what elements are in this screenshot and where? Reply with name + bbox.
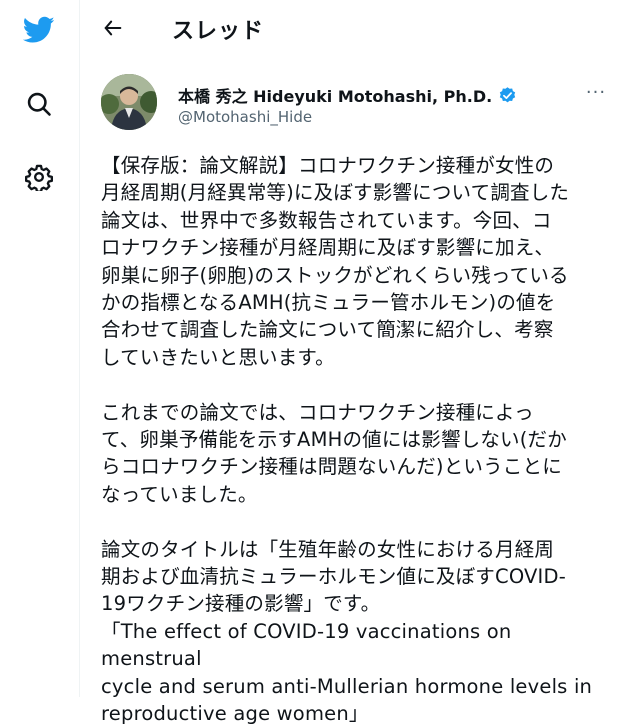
verified-badge-icon [498, 86, 517, 105]
twitter-logo-icon[interactable] [17, 8, 61, 52]
avatar[interactable] [101, 74, 157, 130]
author-name[interactable]: 本橋 秀之 Hideyuki Motohashi, Ph.D. [178, 83, 517, 107]
author-handle[interactable]: @Motohashi_Hide [178, 108, 312, 126]
header: スレッド [81, 0, 621, 56]
page-title: スレッド [172, 19, 265, 44]
tweet-paragraph-2: これまでの論文では、コロナワクチン接種によっ て、卵巣予備能を示すAMHの値には… [101, 400, 567, 506]
tweet-paragraph-1: 【保存版：論文解説】コロナワクチン接種が女性の 月経周期(月経異常等)に及ぼす影… [101, 154, 570, 369]
sidebar [0, 0, 80, 697]
thread-view: スレッド 本橋 秀之 Hideyuki Motohashi, Ph.D. @Mo… [81, 0, 621, 725]
search-icon[interactable] [17, 82, 61, 126]
tweet-text: 【保存版：論文解説】コロナワクチン接種が女性の 月経周期(月経異常等)に及ぼす影… [101, 152, 611, 728]
more-options-button[interactable]: ··· [581, 80, 611, 104]
back-arrow-icon[interactable] [95, 10, 131, 46]
tweet-paragraph-3: 論文のタイトルは「生殖年齢の女性における月経周 期および血清抗ミュラーホルモン値… [101, 537, 593, 726]
author-name-text: 本橋 秀之 Hideyuki Motohashi, Ph.D. [178, 87, 493, 106]
gear-icon[interactable] [17, 155, 61, 199]
